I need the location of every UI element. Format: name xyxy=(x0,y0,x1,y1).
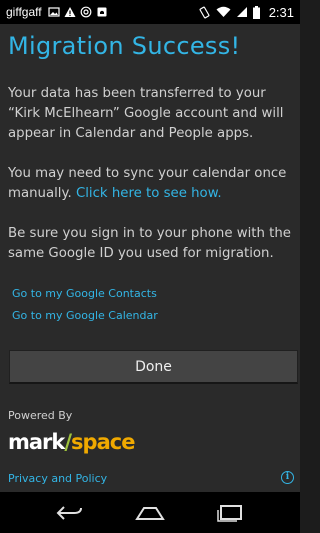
home-icon xyxy=(135,506,165,520)
transfer-message: Your data has been transferred to your “… xyxy=(8,86,284,141)
back-icon xyxy=(56,505,82,520)
image-icon xyxy=(47,7,60,17)
clock: 2:31 xyxy=(268,4,294,20)
status-bar: giffgaff 2:31 xyxy=(0,0,300,24)
logo-mark-text: mark xyxy=(8,430,65,454)
warning-icon xyxy=(64,7,76,17)
done-button[interactable]: Done xyxy=(9,350,298,384)
signal-icon xyxy=(236,7,247,17)
powered-by-label: Powered By xyxy=(8,409,73,422)
migration-success-screen: Migration Success! Your data has been tr… xyxy=(0,24,300,492)
google-calendar-link[interactable]: Go to my Google Calendar xyxy=(12,309,158,322)
carrier-name: giffgaff xyxy=(6,5,42,19)
page-title: Migration Success! xyxy=(8,32,241,60)
privacy-policy-link[interactable]: Privacy and Policy xyxy=(8,472,107,485)
vibrate-icon xyxy=(199,6,210,18)
google-contacts-link[interactable]: Go to my Google Contacts xyxy=(12,287,157,300)
sync-message: You may need to sync your calendar once … xyxy=(8,164,294,204)
info-icon[interactable]: i xyxy=(281,471,294,484)
recents-icon xyxy=(217,504,242,522)
at-icon xyxy=(80,6,91,18)
navigation-bar xyxy=(0,492,300,533)
battery-icon xyxy=(252,5,260,19)
logo-slash: / xyxy=(64,430,72,454)
wifi-icon xyxy=(216,6,231,17)
sync-help-link[interactable]: Click here to see how. xyxy=(76,186,222,201)
home-button[interactable] xyxy=(134,501,166,525)
back-button[interactable] xyxy=(54,501,86,525)
markspace-logo: mark / space xyxy=(8,427,135,454)
sign-in-message: Be sure you sign in to your phone with t… xyxy=(8,226,291,261)
android-icon xyxy=(97,7,107,17)
status-icons-right: 2:31 xyxy=(198,5,294,20)
recents-button[interactable] xyxy=(214,501,246,525)
logo-space-text: space xyxy=(71,430,135,454)
